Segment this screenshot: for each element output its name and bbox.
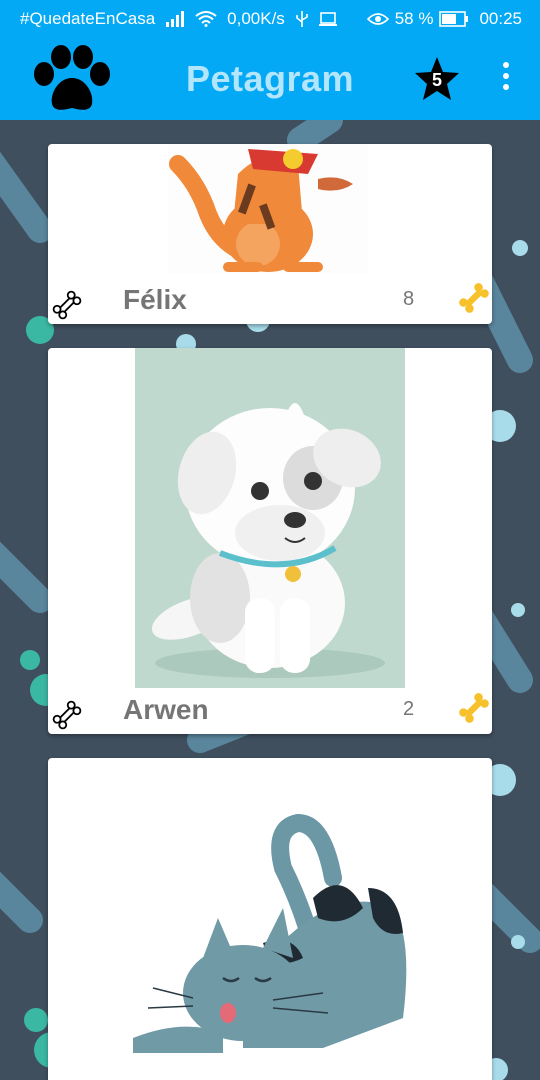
- carrier-label: #QuedateEnCasa: [20, 9, 156, 28]
- bone-outline-icon[interactable]: [52, 700, 82, 730]
- status-bar: #QuedateEnCasa 0,00K/s 58 % 00:25: [0, 0, 540, 38]
- usb-icon: [296, 11, 308, 27]
- signal-icon: [166, 11, 185, 27]
- network-speed: 0,00K/s: [227, 9, 285, 28]
- pet-card: Félix 8: [48, 144, 492, 324]
- screen-icon: [318, 12, 337, 26]
- pet-photo: [135, 348, 405, 688]
- pet-list[interactable]: Félix 8 Arwen 2: [0, 120, 540, 1080]
- pet-rating: 8: [403, 288, 415, 310]
- pet-card: Arwen 2: [48, 348, 492, 734]
- pet-card: [48, 758, 492, 1080]
- bone-outline-icon[interactable]: [52, 290, 82, 320]
- bone-gold-icon: [459, 283, 489, 313]
- pet-name: Arwen: [123, 694, 209, 725]
- pet-photo: [123, 768, 423, 1058]
- bone-gold-icon: [459, 693, 489, 723]
- battery-icon: [439, 11, 469, 27]
- clock: 00:25: [479, 9, 522, 28]
- overflow-menu-button[interactable]: [496, 62, 516, 98]
- wifi-icon: [195, 11, 217, 27]
- favorites-count: 5: [431, 70, 442, 90]
- pet-photo: [168, 144, 368, 274]
- favorites-button[interactable]: 5: [414, 56, 460, 102]
- battery-percent: 58 %: [394, 9, 434, 28]
- pet-name: Félix: [123, 284, 187, 315]
- pet-rating: 2: [403, 698, 415, 720]
- app-bar: Petagram 5: [0, 38, 540, 120]
- eye-icon: [366, 13, 389, 25]
